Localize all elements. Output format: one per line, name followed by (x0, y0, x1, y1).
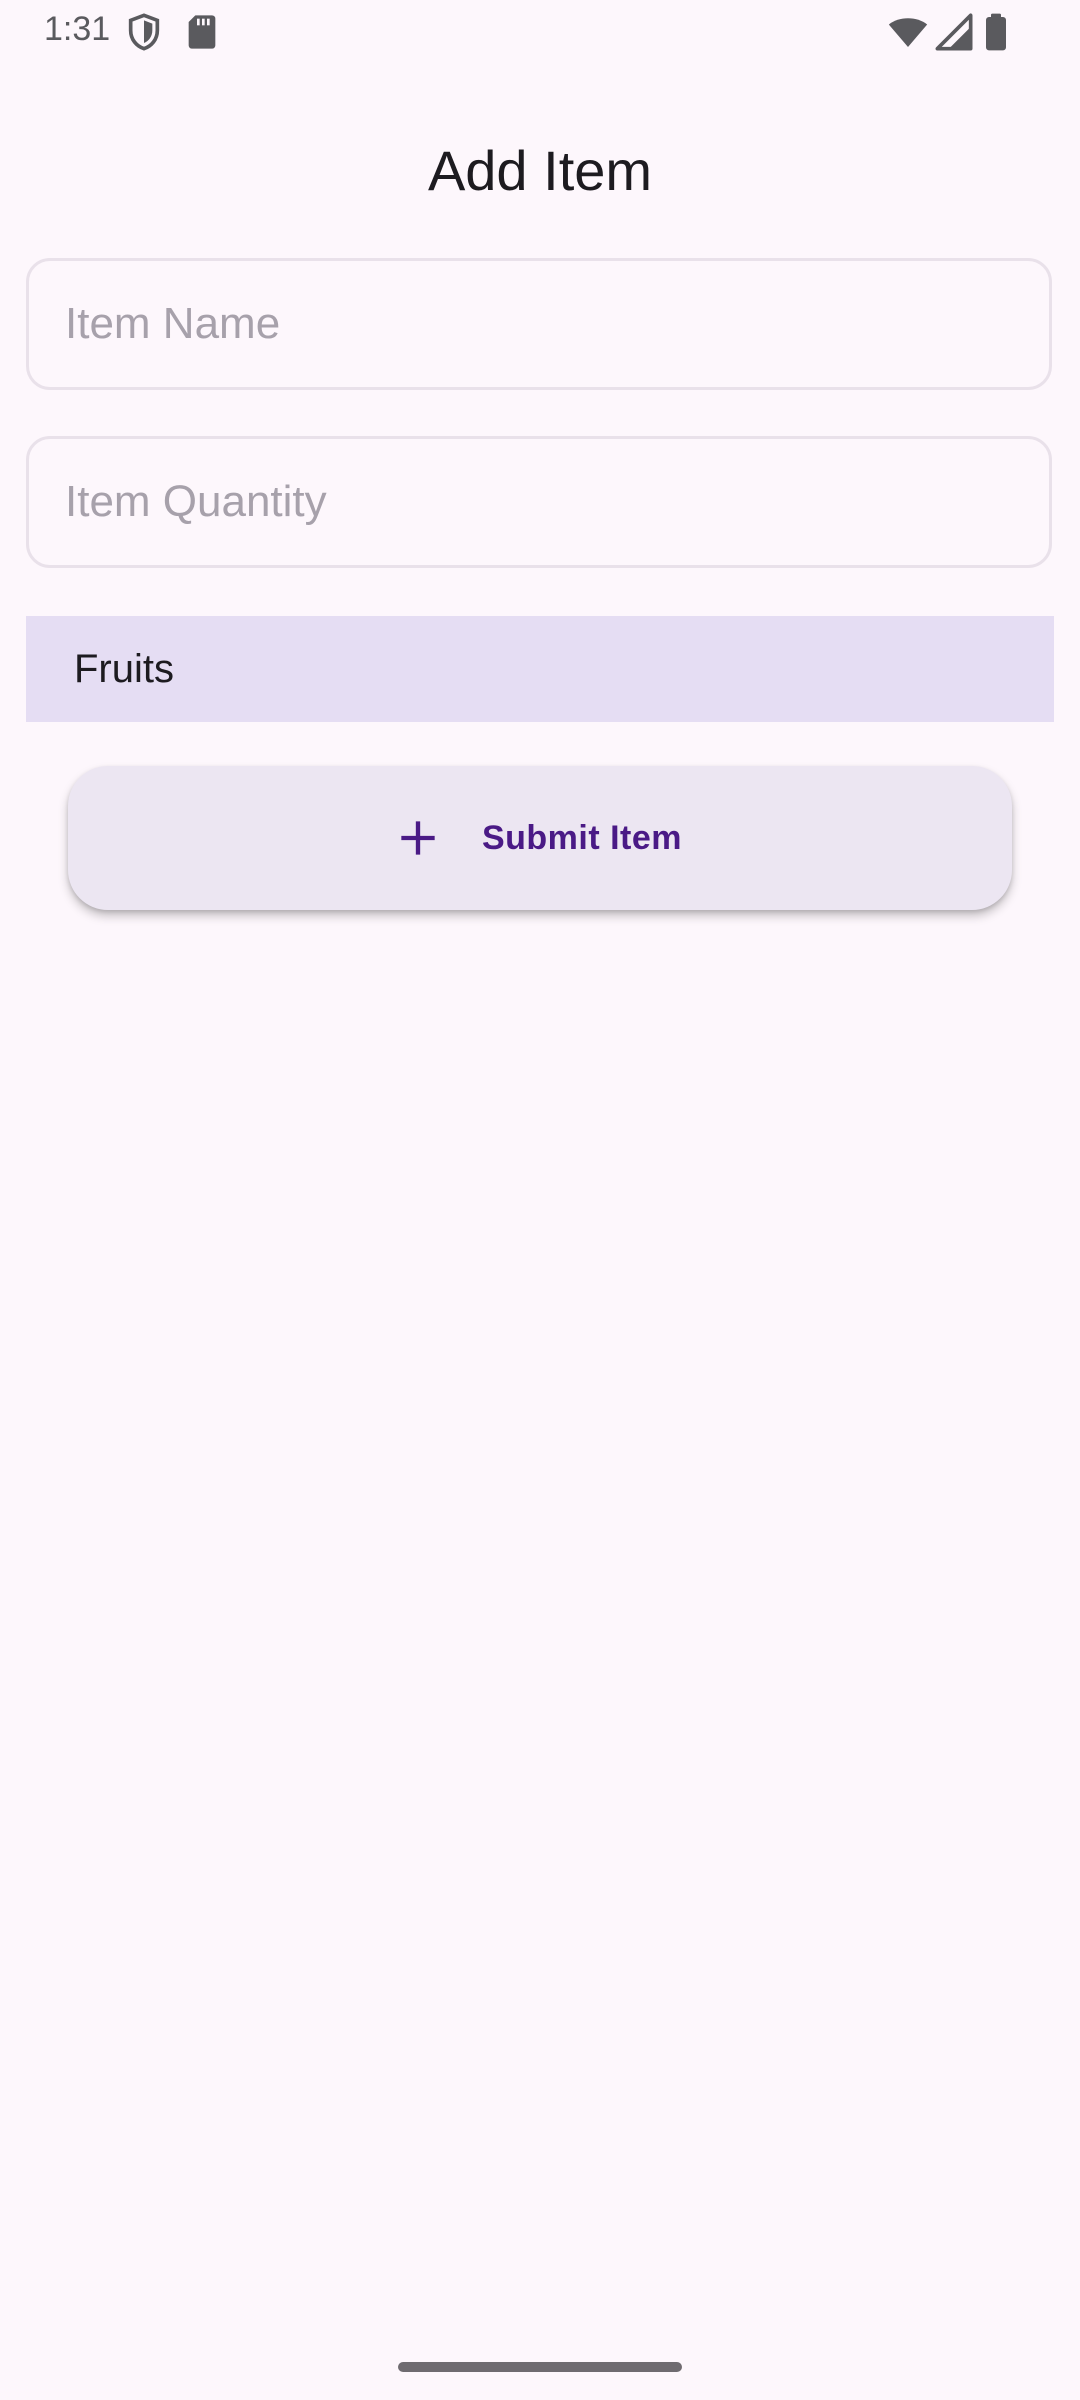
sd-card-icon (182, 12, 222, 52)
submit-item-button[interactable]: Submit Item (68, 766, 1012, 910)
shield-icon (124, 12, 164, 52)
status-time: 1:31 (44, 10, 111, 48)
wifi-icon (888, 12, 928, 52)
page-title: Add Item (427, 139, 653, 202)
item-quantity-field[interactable]: Item Quantity (26, 436, 1052, 568)
submit-item-label: Submit Item (481, 818, 683, 857)
plus-icon (398, 818, 438, 858)
item-quantity-placeholder: Item Quantity (65, 477, 327, 526)
item-name-field[interactable]: Item Name (26, 258, 1052, 390)
cellular-signal-icon (934, 12, 974, 52)
status-bar: 1:31 (0, 0, 1080, 64)
category-dropdown[interactable]: Fruits (26, 616, 1054, 722)
category-selected-value: Fruits (74, 646, 174, 691)
home-indicator[interactable] (398, 2362, 682, 2372)
item-name-placeholder: Item Name (65, 299, 281, 348)
battery-icon (976, 12, 1016, 52)
